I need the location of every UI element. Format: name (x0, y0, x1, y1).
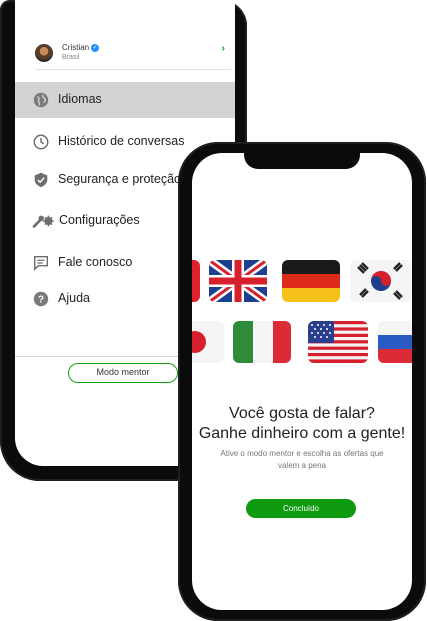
menu-item-label: Ajuda (58, 291, 90, 305)
headline-line-1: Você gosta de falar? (229, 405, 375, 422)
description-text: Ative o modo mentor e escolha as ofertas… (220, 449, 384, 470)
verified-badge-icon: ✓ (91, 43, 100, 52)
svg-text:?: ? (38, 295, 44, 306)
divider (35, 69, 231, 70)
tools-gear-icon (32, 215, 54, 228)
menu-item-idiomas[interactable]: Idiomas (15, 82, 235, 118)
flag-uk-icon (209, 260, 267, 302)
profile-name: Cristian (62, 43, 90, 52)
done-button[interactable]: Concluído (246, 499, 356, 518)
profile-country: Brasil (62, 54, 80, 61)
phone-notch (244, 153, 360, 169)
promo-screen: Você gosta de falar? Ganhe dinheiro com … (192, 153, 412, 610)
flag-italy-icon (233, 321, 291, 363)
menu-item-label: Fale conosco (58, 255, 133, 269)
flag-partial-left-icon (192, 260, 200, 302)
profile-row[interactable]: Cristian ✓ Brasil › (35, 41, 231, 67)
chevron-right-icon[interactable]: › (222, 43, 225, 54)
menu-item-label: Configurações (59, 213, 140, 227)
flag-japan-icon (192, 321, 224, 363)
profile-name-wrap: Cristian ✓ (62, 43, 100, 52)
globe-icon (33, 92, 49, 108)
mentor-mode-button[interactable]: Modo mentor (68, 363, 178, 383)
menu-item-label: Segurança e proteção (58, 172, 182, 186)
help-icon: ? (33, 291, 49, 307)
headline-line-2: Ganhe dinheiro com a gente! (198, 425, 406, 442)
shield-icon (34, 172, 48, 188)
flag-germany-icon (282, 260, 340, 302)
avatar (35, 44, 53, 62)
flag-south-korea-icon (350, 260, 412, 302)
menu-item-label: Histórico de conversas (58, 134, 185, 148)
clock-icon (33, 134, 49, 150)
flag-russia-icon (378, 321, 412, 363)
menu-item-label: Idiomas (58, 92, 102, 106)
flag-usa-icon (308, 321, 368, 363)
phone-front: Você gosta de falar? Ganhe dinheiro com … (178, 142, 426, 621)
chat-message-icon (33, 255, 49, 272)
